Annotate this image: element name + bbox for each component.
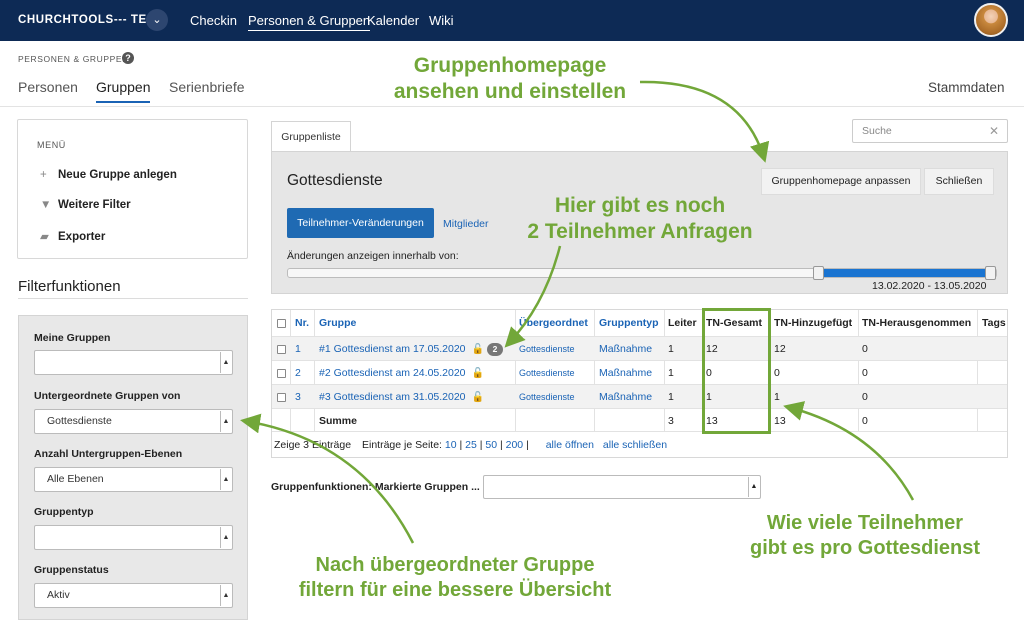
arrow-participants — [783, 401, 915, 501]
arrow-requests — [504, 245, 562, 348]
arrow-homepage — [639, 80, 770, 163]
annotation-arrows — [240, 80, 915, 544]
arrow-filter — [240, 413, 415, 544]
